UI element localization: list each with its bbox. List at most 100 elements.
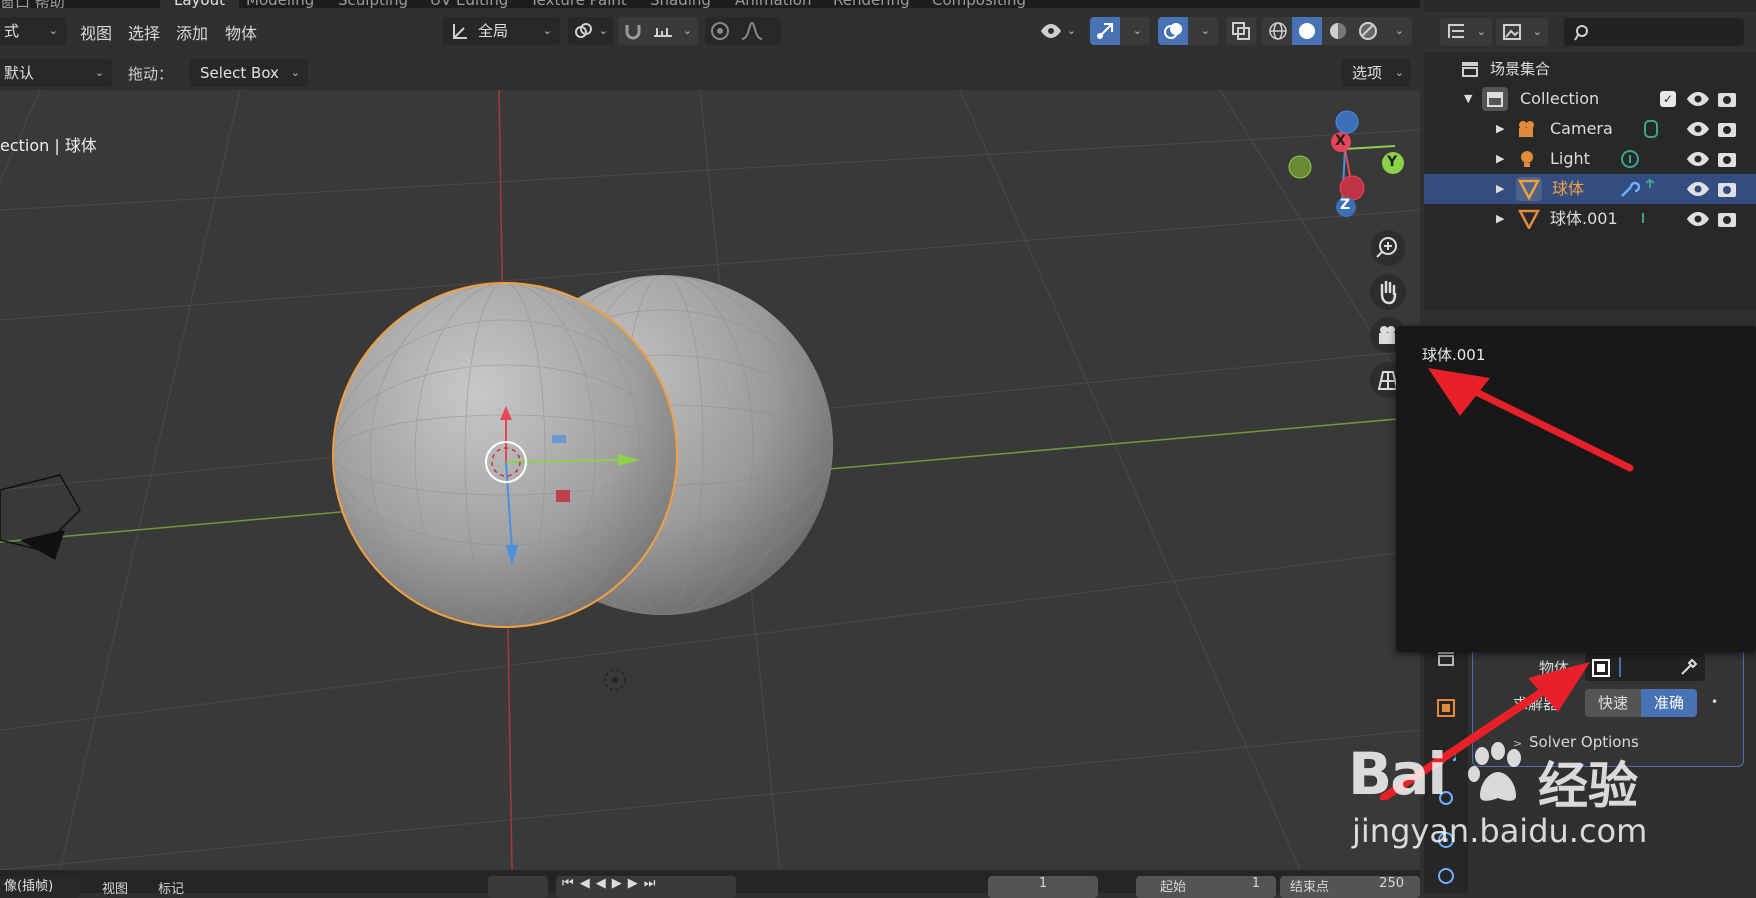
gizmo-y-label[interactable]: Y	[1387, 154, 1397, 170]
gizmo-toggle[interactable]	[1090, 17, 1120, 45]
material-shading-icon[interactable]	[1328, 21, 1348, 41]
gizmo-group[interactable]: ⌄	[1090, 17, 1150, 45]
pivot-link-icon	[575, 23, 592, 38]
mode-dropdown[interactable]: 式 ⌄	[0, 17, 66, 45]
expand-right-icon[interactable]: ▶	[1496, 114, 1504, 144]
shading-mode-group[interactable]: ⌄	[1262, 17, 1412, 45]
xray-icon	[1232, 22, 1250, 40]
camera-object	[0, 474, 81, 560]
watermark-url: jingyan.baidu.com	[1352, 812, 1648, 850]
playback-dropdown[interactable]: 像(插帧)	[0, 876, 80, 898]
mesh-data-icon[interactable]	[1640, 212, 1646, 226]
rendered-shading-icon[interactable]	[1358, 21, 1378, 41]
filter-image-icon	[1503, 24, 1521, 40]
orientation-axes-icon	[453, 24, 467, 39]
visibility-dropdown[interactable]: ⌄	[1036, 17, 1078, 45]
falloff-curve-icon	[741, 22, 763, 40]
render-camera-icon[interactable]	[1716, 149, 1738, 169]
keyframe-dot-icon[interactable]: •	[1711, 695, 1718, 709]
hand-icon	[1380, 280, 1397, 305]
tab-layout[interactable]: Layout	[160, 0, 239, 8]
menu-add[interactable]: 添加	[176, 20, 208, 44]
pivot-dropdown[interactable]: ⌄	[568, 17, 614, 45]
select-box-dropdown[interactable]: Select Box ⌄	[190, 59, 308, 87]
expand-down-icon[interactable]: ▼	[1464, 84, 1472, 114]
expand-right-icon[interactable]: ▶	[1496, 144, 1504, 174]
mesh-object-icon	[1516, 177, 1542, 201]
gizmo-z-label[interactable]: Z	[1340, 197, 1350, 213]
menu-select[interactable]: 选择	[128, 20, 160, 44]
sphere-label: 球体	[1552, 179, 1585, 198]
timeline-view-menu[interactable]: 视图	[102, 878, 128, 897]
render-camera-icon[interactable]	[1716, 119, 1738, 139]
zoom-button[interactable]	[1370, 230, 1406, 266]
watermark-brand: Bai	[1348, 740, 1447, 808]
outliner-header: ⌄ ⌄	[1424, 12, 1756, 52]
snap-group[interactable]: ⌄	[618, 17, 698, 45]
render-camera-icon[interactable]	[1716, 209, 1738, 229]
outliner-tree-icon	[1448, 24, 1464, 38]
render-camera-icon[interactable]	[1716, 179, 1738, 199]
wireframe-shading-icon[interactable]	[1268, 21, 1288, 41]
eye-icon[interactable]	[1686, 210, 1710, 228]
light-data-icon[interactable]	[1620, 149, 1640, 169]
tab-rendering[interactable]: Rendering	[833, 0, 910, 8]
eye-icon[interactable]	[1686, 120, 1710, 138]
proportional-edit-group[interactable]	[705, 17, 781, 45]
eye-icon[interactable]	[1686, 150, 1710, 168]
overlay-group[interactable]: ⌄	[1158, 17, 1218, 45]
collection-label: Collection	[1520, 89, 1600, 108]
annotation-arrows	[1380, 368, 1634, 800]
light-object-icon	[1521, 151, 1533, 167]
transform-orientation-dropdown[interactable]: 全局 ⌄	[442, 17, 560, 45]
tab-compositing[interactable]: Compositing	[932, 0, 1026, 8]
tab-animation[interactable]: Animation	[735, 0, 811, 8]
orientation-default-dropdown[interactable]: 默认 ⌄	[0, 59, 112, 87]
sphere-001-label: 球体.001	[1550, 209, 1618, 228]
camera-object-icon	[1519, 121, 1534, 137]
autokey-toggle[interactable]	[488, 876, 548, 898]
solver-exact-button[interactable]: 准确	[1641, 689, 1697, 717]
timeline-marker-menu[interactable]: 标记	[158, 878, 184, 897]
camera-label: Camera	[1550, 119, 1613, 138]
eye-selectability-icon	[1041, 24, 1061, 38]
modifier-wrench-icon[interactable]	[1618, 179, 1640, 199]
expand-right-icon[interactable]: ▶	[1496, 204, 1504, 234]
menu-object[interactable]: 物体	[225, 20, 257, 44]
playback-controls[interactable]: ⏮◀◀▶▶⏭	[556, 876, 736, 898]
tab-texture-paint[interactable]: Texture Paint	[530, 0, 627, 8]
stopwatch-icon[interactable]	[1108, 876, 1130, 898]
pan-button[interactable]	[1370, 274, 1406, 310]
tab-sculpting[interactable]: Sculpting	[338, 0, 408, 8]
outliner-row-scene-collection[interactable]: 场景集合	[1424, 54, 1756, 84]
xray-toggle[interactable]	[1226, 17, 1256, 45]
solid-shading-button[interactable]	[1292, 17, 1322, 45]
expand-right-icon[interactable]: ▶	[1496, 174, 1504, 204]
red-arrow-icon	[1428, 368, 1634, 472]
eye-icon[interactable]	[1686, 180, 1710, 198]
visibility-column	[1686, 84, 1756, 234]
3d-viewport[interactable]: X Y Z ection | 球体	[0, 90, 1420, 870]
tab-modeling[interactable]: Modeling	[246, 0, 314, 8]
eyedropper-icon[interactable]	[1679, 657, 1699, 677]
overlay-toggle[interactable]	[1158, 17, 1188, 45]
options-dropdown[interactable]: 选项 ⌄	[1342, 59, 1410, 87]
collection-checkbox[interactable]: ✓	[1660, 91, 1676, 107]
filter-dropdown[interactable]: ⌄	[1496, 18, 1548, 46]
menu-partial: 窗口 帮助	[0, 0, 65, 8]
eye-icon[interactable]	[1686, 90, 1710, 108]
render-camera-icon[interactable]	[1716, 89, 1738, 109]
mesh-data-icon[interactable]	[1644, 178, 1656, 198]
start-frame-field[interactable]: 起始 1	[1136, 876, 1276, 898]
gizmo-x-label[interactable]: X	[1335, 133, 1346, 149]
tab-shading[interactable]: Shading	[650, 0, 711, 8]
camera-data-icon[interactable]	[1644, 119, 1658, 139]
workspace-bar: 窗口 帮助 Layout Modeling Sculpting UV Editi…	[0, 0, 1420, 8]
snap-increment-icon	[654, 28, 672, 37]
outliner-search-input[interactable]	[1564, 18, 1744, 46]
display-mode-dropdown[interactable]: ⌄	[1440, 18, 1492, 46]
scene-collection-icon	[1462, 62, 1478, 77]
tab-uv-editing[interactable]: UV Editing	[430, 0, 508, 8]
current-frame-field[interactable]: 1	[988, 876, 1098, 898]
menu-view[interactable]: 视图	[80, 20, 112, 44]
